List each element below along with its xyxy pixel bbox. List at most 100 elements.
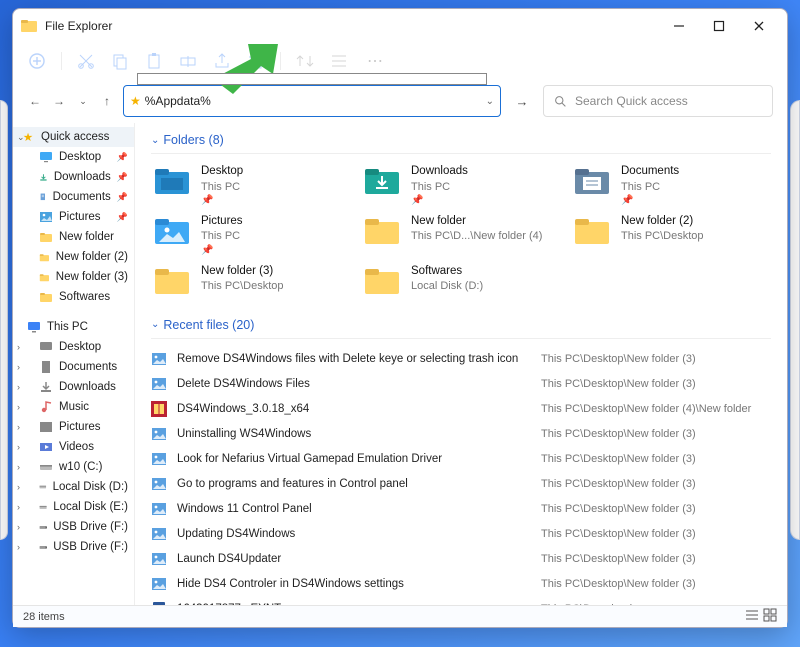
sidebar-item-label: Local Disk (E:) bbox=[53, 501, 128, 513]
expand-chevron-icon[interactable]: › bbox=[17, 402, 20, 412]
expand-chevron-icon[interactable]: › bbox=[17, 502, 20, 512]
sidebar-item[interactable]: › Local Disk (D:) bbox=[13, 477, 134, 497]
address-path: %Appdata% bbox=[145, 94, 486, 108]
sidebar-quick-access-label: Quick access bbox=[41, 131, 109, 143]
recent-file-name: Windows 11 Control Panel bbox=[177, 503, 541, 515]
sidebar-item[interactable]: › USB Drive (F:) bbox=[13, 537, 134, 557]
sidebar-item-label: w10 (C:) bbox=[59, 461, 102, 473]
folder-item[interactable]: New folderThis PC\D...\New folder (4) bbox=[361, 212, 561, 260]
folder-item[interactable]: DocumentsThis PC📌 bbox=[571, 162, 771, 210]
sidebar-item[interactable]: ›Music bbox=[13, 397, 134, 417]
sidebar-item-label: Pictures bbox=[59, 421, 101, 433]
expand-chevron-icon[interactable]: › bbox=[17, 522, 20, 532]
expand-chevron-icon[interactable]: › bbox=[17, 442, 20, 452]
sidebar-item-label: USB Drive (F:) bbox=[53, 541, 128, 553]
sidebar-item[interactable]: ›Documents bbox=[13, 357, 134, 377]
folder-item[interactable]: New folder (2)This PC\Desktop bbox=[571, 212, 771, 260]
sidebar-item[interactable]: ›Downloads bbox=[13, 377, 134, 397]
pin-icon: 📌 bbox=[117, 192, 128, 203]
expand-chevron-icon[interactable]: › bbox=[17, 542, 20, 552]
sidebar-item-label: Videos bbox=[59, 441, 94, 453]
sidebar-item-icon bbox=[39, 440, 53, 454]
expand-chevron-icon[interactable]: › bbox=[17, 382, 20, 392]
folder-icon bbox=[363, 164, 401, 198]
file-icon bbox=[151, 401, 167, 417]
folder-name: Softwares bbox=[411, 264, 483, 280]
more-icon[interactable]: ⋯ bbox=[363, 51, 387, 71]
expand-chevron-icon[interactable]: › bbox=[17, 422, 20, 432]
sort-icon[interactable] bbox=[295, 51, 315, 71]
address-suggestion-dropdown[interactable] bbox=[137, 73, 487, 85]
recent-file-row[interactable]: Uninstalling WS4WindowsThis PC\Desktop\N… bbox=[151, 422, 771, 447]
rename-icon[interactable] bbox=[178, 51, 198, 71]
recent-file-row[interactable]: Windows 11 Control PanelThis PC\Desktop\… bbox=[151, 497, 771, 522]
maximize-button[interactable] bbox=[699, 13, 739, 39]
cut-icon[interactable] bbox=[76, 51, 96, 71]
recent-file-row[interactable]: W1643917877-sEYNTThis PC\Downloads bbox=[151, 597, 771, 605]
file-icon bbox=[151, 551, 167, 567]
expand-chevron-icon[interactable]: › bbox=[17, 462, 20, 472]
view-icon[interactable] bbox=[329, 51, 349, 71]
collapse-chevron-icon[interactable]: ⌄ bbox=[17, 132, 25, 143]
recent-file-path: This PC\Desktop\New folder (3) bbox=[541, 353, 771, 365]
go-button[interactable]: → bbox=[509, 94, 535, 109]
sidebar-this-pc[interactable]: This PC bbox=[13, 317, 134, 337]
sidebar-item[interactable]: Pictures📌 bbox=[13, 207, 134, 227]
back-button[interactable]: ← bbox=[27, 93, 43, 109]
sidebar-item[interactable]: New folder bbox=[13, 227, 134, 247]
sidebar-item-icon bbox=[39, 150, 53, 164]
sidebar-item[interactable]: › Local Disk (E:) bbox=[13, 497, 134, 517]
details-view-button[interactable] bbox=[745, 608, 759, 625]
close-button[interactable] bbox=[739, 13, 779, 39]
recent-section-header[interactable]: ⌄ Recent files (20) bbox=[151, 314, 771, 339]
sidebar-item-icon bbox=[39, 520, 47, 534]
sidebar-item[interactable]: Downloads📌 bbox=[13, 167, 134, 187]
expand-chevron-icon[interactable]: › bbox=[17, 482, 20, 492]
sidebar-quick-access[interactable]: ⌄ ★ Quick access bbox=[13, 127, 134, 147]
icons-view-button[interactable] bbox=[763, 608, 777, 625]
sidebar-item[interactable]: ›Desktop bbox=[13, 337, 134, 357]
sidebar-item-label: Local Disk (D:) bbox=[53, 481, 128, 493]
pin-icon: 📌 bbox=[621, 194, 679, 208]
sidebar-item[interactable]: Desktop📌 bbox=[13, 147, 134, 167]
folder-item[interactable]: SoftwaresLocal Disk (D:) bbox=[361, 262, 561, 300]
sidebar-item[interactable]: New folder (3) bbox=[13, 267, 134, 287]
folder-name: Pictures bbox=[201, 214, 243, 230]
sidebar-item[interactable]: ›USB Drive (F:) bbox=[13, 517, 134, 537]
folder-item[interactable]: New folder (3)This PC\Desktop bbox=[151, 262, 351, 300]
folder-path: Local Disk (D:) bbox=[411, 279, 483, 294]
copy-icon[interactable] bbox=[110, 51, 130, 71]
recent-file-row[interactable]: Hide DS4 Controler in DS4Windows setting… bbox=[151, 572, 771, 597]
recent-file-row[interactable]: Remove DS4Windows files with Delete keye… bbox=[151, 347, 771, 372]
folders-section-header[interactable]: ⌄ Folders (8) bbox=[151, 129, 771, 154]
address-input[interactable]: ★ %Appdata% ⌄ bbox=[123, 85, 501, 117]
minimize-button[interactable] bbox=[659, 13, 699, 39]
sidebar-item[interactable]: › w10 (C:) bbox=[13, 457, 134, 477]
recent-file-row[interactable]: Look for Nefarius Virtual Gamepad Emulat… bbox=[151, 447, 771, 472]
forward-button[interactable]: → bbox=[51, 93, 67, 109]
recent-file-row[interactable]: DS4Windows_3.0.18_x64This PC\Desktop\New… bbox=[151, 397, 771, 422]
recent-file-row[interactable]: Go to programs and features in Control p… bbox=[151, 472, 771, 497]
folder-item[interactable]: DesktopThis PC📌 bbox=[151, 162, 351, 210]
pin-icon: 📌 bbox=[201, 244, 243, 258]
address-chevron-icon[interactable]: ⌄ bbox=[486, 96, 494, 107]
pin-icon: 📌 bbox=[117, 172, 128, 183]
recent-chevron-icon[interactable]: ⌄ bbox=[75, 93, 91, 109]
recent-file-row[interactable]: Updating DS4WindowsThis PC\Desktop\New f… bbox=[151, 522, 771, 547]
expand-chevron-icon[interactable]: › bbox=[17, 362, 20, 372]
sidebar-item[interactable]: › Videos bbox=[13, 437, 134, 457]
folder-item[interactable]: DownloadsThis PC📌 bbox=[361, 162, 561, 210]
sidebar-item[interactable]: › Pictures bbox=[13, 417, 134, 437]
up-button[interactable]: ↑ bbox=[99, 93, 115, 109]
recent-file-row[interactable]: Launch DS4UpdaterThis PC\Desktop\New fol… bbox=[151, 547, 771, 572]
folder-item[interactable]: PicturesThis PC📌 bbox=[151, 212, 351, 260]
expand-chevron-icon[interactable]: › bbox=[17, 342, 20, 352]
new-icon[interactable] bbox=[27, 51, 47, 71]
search-input[interactable]: Search Quick access bbox=[543, 85, 773, 117]
sidebar-item[interactable]: New folder (2) bbox=[13, 247, 134, 267]
paste-icon[interactable] bbox=[144, 51, 164, 71]
file-icon bbox=[151, 426, 167, 442]
recent-file-row[interactable]: Delete DS4Windows FilesThis PC\Desktop\N… bbox=[151, 372, 771, 397]
sidebar-item[interactable]: Documents📌 bbox=[13, 187, 134, 207]
sidebar-item[interactable]: Softwares bbox=[13, 287, 134, 307]
